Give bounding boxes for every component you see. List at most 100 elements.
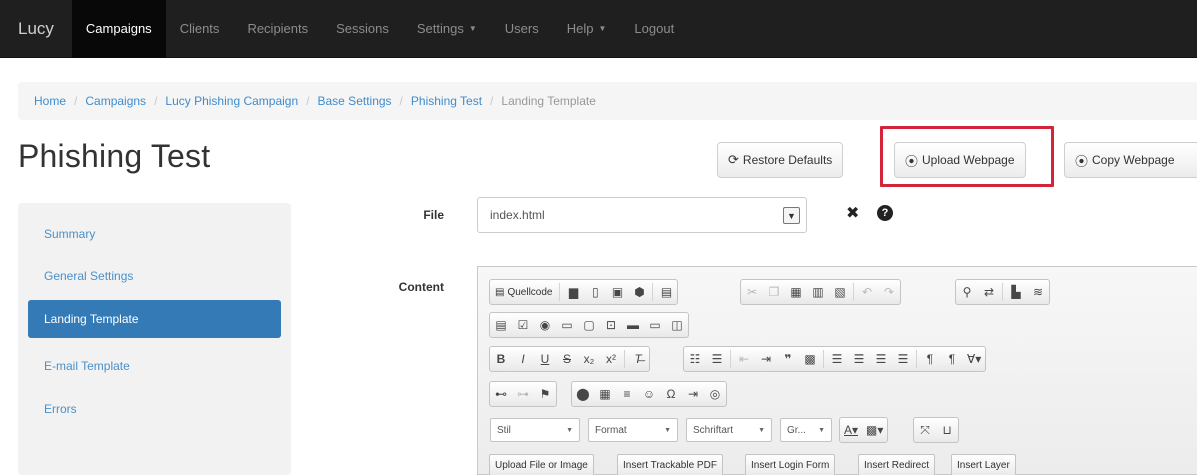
source-code-button[interactable]: ▤ Quellcode (490, 280, 557, 304)
nav-users[interactable]: Users (491, 0, 553, 58)
radio-icon[interactable]: ◉ (534, 313, 556, 337)
replace-icon[interactable]: ⇄ (978, 280, 1000, 304)
new-page-icon[interactable]: ▯ (584, 280, 606, 304)
form-icon[interactable]: ▤ (490, 313, 512, 337)
insert-layer-button[interactable]: Insert Layer (951, 454, 1016, 475)
sidebar-item-email-template[interactable]: E-mail Template (28, 347, 281, 385)
breadcrumb-separator: / (154, 94, 158, 108)
ltr-icon[interactable]: ¶ (919, 347, 941, 371)
close-icon[interactable]: ✖ (846, 203, 859, 223)
link-icon[interactable]: ⊷ (490, 382, 512, 406)
bold-icon[interactable]: B (490, 347, 512, 371)
preview-icon[interactable]: ▣ (606, 280, 628, 304)
top-navbar: Lucy Campaigns Clients Recipients Sessio… (0, 0, 1197, 58)
sidebar-item-summary[interactable]: Summary (28, 215, 281, 253)
save-icon[interactable]: ▆ (562, 280, 584, 304)
align-left-icon[interactable]: ☰ (826, 347, 848, 371)
remove-format-icon[interactable]: T̶ (627, 347, 649, 371)
breadcrumb-separator: / (74, 94, 78, 108)
copy-webpage-label: Copy Webpage (1092, 153, 1175, 167)
text-field-icon[interactable]: ▭ (556, 313, 578, 337)
select-field-icon[interactable]: ⊡ (600, 313, 622, 337)
button-icon[interactable]: ▬ (622, 313, 644, 337)
superscript-icon[interactable]: x² (600, 347, 622, 371)
page-break-icon[interactable]: ⇥ (682, 382, 704, 406)
indent-icon[interactable]: ⇥ (755, 347, 777, 371)
file-select[interactable]: index.html ▼ (477, 197, 807, 233)
redo-icon[interactable]: ↷ (878, 280, 900, 304)
breadcrumb-campaigns[interactable]: Campaigns (85, 94, 146, 108)
text-color-icon[interactable]: A▾ (840, 418, 862, 442)
nav-settings-dropdown[interactable]: Settings ▼ (403, 0, 491, 58)
align-center-icon[interactable]: ☰ (848, 347, 870, 371)
find-icon[interactable]: ⚲ (956, 280, 978, 304)
insert-trackable-pdf-button[interactable]: Insert Trackable PDF (617, 454, 723, 475)
spellcheck-icon[interactable]: ≋ (1027, 280, 1049, 304)
maximize-icon[interactable]: ⤧ (914, 418, 936, 442)
nav-sessions[interactable]: Sessions (322, 0, 403, 58)
font-size-combo-label: Gr... (787, 424, 806, 436)
flash-icon[interactable]: ⬤ (572, 382, 594, 406)
blockquote-icon[interactable]: ❞ (777, 347, 799, 371)
rtl-icon[interactable]: ¶ (941, 347, 963, 371)
unlink-icon[interactable]: ⊶ (512, 382, 534, 406)
textarea-icon[interactable]: ▢ (578, 313, 600, 337)
special-char-icon[interactable]: Ω (660, 382, 682, 406)
sidebar-item-landing-template[interactable]: Landing Template (28, 300, 281, 338)
italic-icon[interactable]: I (512, 347, 534, 371)
anchor-icon[interactable]: ⚑ (534, 382, 556, 406)
numbered-list-icon[interactable]: ☷ (684, 347, 706, 371)
outdent-icon[interactable]: ⇤ (733, 347, 755, 371)
language-icon[interactable]: Ɐ▾ (963, 347, 985, 371)
bulleted-list-icon[interactable]: ☰ (706, 347, 728, 371)
background-color-icon[interactable]: ▩▾ (862, 418, 887, 442)
div-container-icon[interactable]: ▩ (799, 347, 821, 371)
insert-redirect-button[interactable]: Insert Redirect (858, 454, 936, 475)
breadcrumb-base-settings[interactable]: Base Settings (318, 94, 392, 108)
restore-defaults-button[interactable]: ⟳ Restore Defaults (717, 142, 844, 178)
sidebar-item-general-settings[interactable]: General Settings (28, 257, 281, 295)
sidebar-item-errors[interactable]: Errors (28, 390, 281, 428)
subscript-icon[interactable]: x₂ (578, 347, 600, 371)
paste-word-icon[interactable]: ▧ (829, 280, 851, 304)
nav-campaigns[interactable]: Campaigns (71, 0, 166, 58)
brand-logo[interactable]: Lucy (0, 0, 72, 58)
breadcrumb-campaign[interactable]: Lucy Phishing Campaign (165, 94, 298, 108)
image-button-icon[interactable]: ▭ (644, 313, 666, 337)
print-icon[interactable]: ⬢ (628, 280, 650, 304)
show-blocks-icon[interactable]: ⊔ (936, 418, 958, 442)
font-combo-label: Schriftart (693, 424, 734, 436)
select-all-icon[interactable]: ▙ (1005, 280, 1027, 304)
nav-logout[interactable]: Logout (620, 0, 688, 58)
strikethrough-icon[interactable]: S (556, 347, 578, 371)
smiley-icon[interactable]: ☺ (638, 382, 660, 406)
help-icon[interactable]: ? (877, 205, 893, 221)
font-size-combo[interactable]: Gr... ▼ (780, 418, 832, 442)
breadcrumb-home[interactable]: Home (34, 94, 66, 108)
breadcrumb-phishing-test[interactable]: Phishing Test (411, 94, 482, 108)
nav-recipients[interactable]: Recipients (233, 0, 322, 58)
upload-file-or-image-button[interactable]: Upload File or Image (489, 454, 594, 475)
nav-help-dropdown[interactable]: Help ▼ (553, 0, 621, 58)
font-combo[interactable]: Schriftart ▼ (686, 418, 772, 442)
copy-icon[interactable]: ❐ (763, 280, 785, 304)
justify-icon[interactable]: ☰ (892, 347, 914, 371)
chevron-down-icon[interactable]: ▼ (783, 207, 800, 224)
format-combo[interactable]: Format ▼ (588, 418, 678, 442)
cut-icon[interactable]: ✂ (741, 280, 763, 304)
horizontal-rule-icon[interactable]: ≡ (616, 382, 638, 406)
undo-icon[interactable]: ↶ (856, 280, 878, 304)
paste-text-icon[interactable]: ▥ (807, 280, 829, 304)
underline-icon[interactable]: U (534, 347, 556, 371)
checkbox-icon[interactable]: ☑ (512, 313, 534, 337)
table-icon[interactable]: ▦ (594, 382, 616, 406)
align-right-icon[interactable]: ☰ (870, 347, 892, 371)
paste-icon[interactable]: ▦ (785, 280, 807, 304)
nav-clients[interactable]: Clients (166, 0, 234, 58)
templates-icon[interactable]: ▤ (655, 280, 677, 304)
hidden-field-icon[interactable]: ◫ (666, 313, 688, 337)
style-combo[interactable]: Stil ▼ (490, 418, 580, 442)
iframe-icon[interactable]: ◎ (704, 382, 726, 406)
copy-webpage-button[interactable]: ⦿ Copy Webpage (1064, 142, 1197, 178)
insert-login-form-button[interactable]: Insert Login Form (745, 454, 836, 475)
